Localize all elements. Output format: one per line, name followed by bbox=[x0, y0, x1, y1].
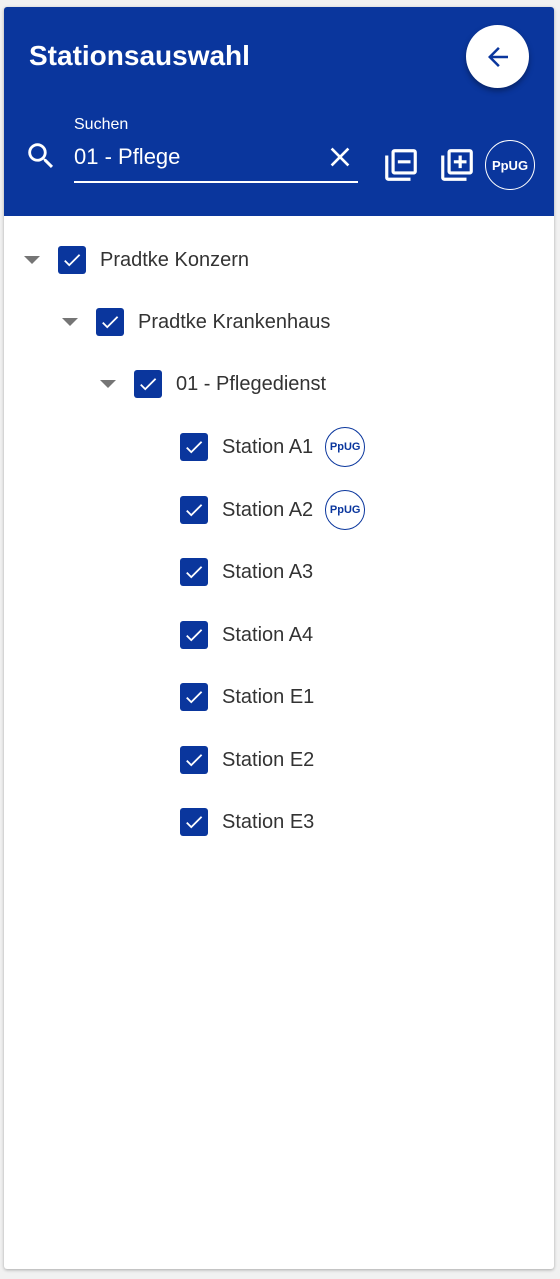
tree-node-station: Station E3 bbox=[180, 802, 314, 842]
check-icon bbox=[186, 754, 203, 767]
tree-node-label: Pradtke Krankenhaus bbox=[138, 310, 331, 333]
check-icon bbox=[186, 629, 203, 642]
checkbox-station[interactable] bbox=[180, 433, 208, 461]
check-icon bbox=[186, 441, 203, 454]
check-icon bbox=[64, 254, 81, 267]
check-icon bbox=[186, 816, 203, 829]
checkbox-root[interactable] bbox=[58, 246, 86, 274]
checkbox-station[interactable] bbox=[180, 558, 208, 586]
search-icon bbox=[28, 143, 54, 169]
tree-node-station: Station A2 PpUG bbox=[180, 490, 366, 530]
tree-node-label: 01 - Pflegedienst bbox=[176, 372, 327, 395]
checkbox-station[interactable] bbox=[180, 621, 208, 649]
checkbox-station[interactable] bbox=[180, 496, 208, 524]
tree-node-root: Pradtke Konzern bbox=[24, 240, 249, 280]
search-underline bbox=[74, 181, 358, 183]
ppug-badge: PpUG bbox=[325, 427, 366, 467]
checkbox-station[interactable] bbox=[180, 683, 208, 711]
tree-node-station: Station E2 bbox=[180, 740, 314, 780]
expand-all-icon[interactable] bbox=[438, 146, 476, 184]
caret-down-icon[interactable] bbox=[100, 380, 116, 388]
tree-node-label: Station E3 bbox=[222, 810, 315, 833]
search-input[interactable] bbox=[74, 139, 319, 175]
checkbox-station[interactable] bbox=[180, 808, 208, 836]
check-icon bbox=[186, 691, 203, 704]
caret-down-icon[interactable] bbox=[24, 256, 40, 264]
tree-node-station: Station A4 bbox=[180, 615, 313, 655]
tree-node-label: Station E1 bbox=[222, 685, 315, 708]
tree-node-hospital: Pradtke Krankenhaus bbox=[62, 302, 330, 342]
tree-node-label: Station A4 bbox=[222, 623, 314, 646]
tree-node-label: Station A1 bbox=[222, 435, 314, 458]
tree-node-station: Station E1 bbox=[180, 677, 314, 717]
tree-node-label: Pradtke Konzern bbox=[100, 248, 249, 271]
tree-node-department: 01 - Pflegedienst bbox=[100, 364, 326, 404]
check-icon bbox=[140, 378, 157, 391]
ppug-filter-button[interactable]: PpUG bbox=[485, 140, 535, 190]
collapse-all-icon[interactable] bbox=[382, 146, 420, 184]
search-label: Suchen bbox=[74, 116, 129, 133]
checkbox-station[interactable] bbox=[180, 746, 208, 774]
arrow-left-icon bbox=[487, 46, 508, 67]
back-button[interactable] bbox=[466, 25, 529, 88]
tree-node-label: Station A3 bbox=[222, 560, 314, 583]
check-icon bbox=[102, 316, 119, 329]
checkbox-hospital[interactable] bbox=[96, 308, 124, 336]
close-icon[interactable] bbox=[324, 141, 356, 173]
ppug-badge: PpUG bbox=[325, 490, 366, 530]
checkbox-department[interactable] bbox=[134, 370, 162, 398]
check-icon bbox=[186, 504, 203, 517]
tree-node-station: Station A1 PpUG bbox=[180, 427, 366, 467]
check-icon bbox=[186, 566, 203, 579]
caret-down-icon[interactable] bbox=[62, 318, 78, 326]
header: Stationsauswahl Suchen PpUG bbox=[4, 7, 554, 216]
tree-node-label: Station E2 bbox=[222, 748, 315, 771]
page-title: Stationsauswahl bbox=[29, 40, 250, 71]
tree-node-station: Station A3 bbox=[180, 552, 313, 592]
tree-node-label: Station A2 bbox=[222, 498, 314, 521]
station-selection-panel: Stationsauswahl Suchen PpUG Pradtke Konz… bbox=[4, 7, 554, 1269]
